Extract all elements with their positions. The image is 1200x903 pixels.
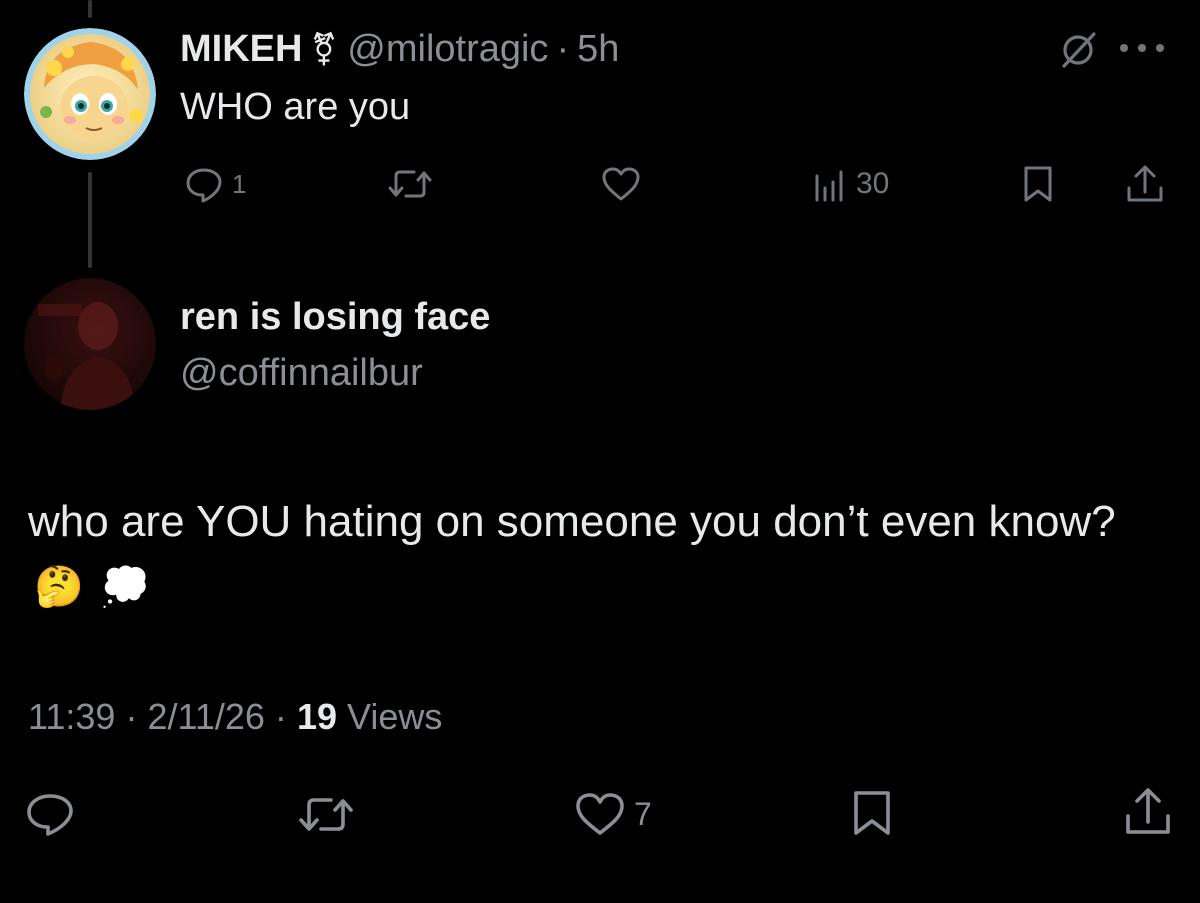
reply-icon [184, 164, 224, 204]
parent-views-count: 30 [856, 167, 890, 200]
like-count: 7 [634, 795, 652, 832]
tweet-date[interactable]: 2/11/26 [147, 696, 264, 737]
parent-reply-count: 1 [232, 168, 247, 199]
retweet-icon [299, 798, 353, 831]
main-handle[interactable]: @coffinnailbur [180, 352, 423, 395]
parent-display-name[interactable]: MIKEH [180, 28, 302, 71]
more-icon[interactable] [1116, 40, 1168, 56]
tweet-time[interactable]: 11:39 [28, 696, 115, 737]
grok-icon[interactable] [1056, 28, 1100, 72]
heart-icon [602, 167, 640, 201]
parent-header: MIKEH ⚧ @milotragic · 5h [180, 24, 619, 74]
tweet-metadata: 11:39 · 2/11/26 · 19 Views [28, 696, 442, 738]
parent-retweet-button[interactable] [386, 164, 434, 204]
parent-separator: · [556, 27, 570, 70]
parent-tweet-text: WHO are you [180, 86, 411, 128]
meta-dot-2: · [274, 696, 287, 737]
parent-share-button[interactable] [1124, 162, 1166, 206]
thinking-face-emoji: 🤔 [34, 565, 84, 609]
like-button[interactable]: 7 [574, 790, 652, 838]
share-icon [1126, 788, 1170, 834]
thread-line-top [88, 0, 92, 18]
share-icon [1127, 165, 1163, 202]
parent-bookmark-button[interactable] [1020, 164, 1056, 204]
parent-time-ago[interactable]: 5h [577, 28, 619, 71]
parent-like-button[interactable] [600, 164, 642, 204]
thread-line-connector [88, 172, 92, 268]
main-avatar[interactable] [24, 278, 156, 410]
parent-reply-button[interactable]: 1 [184, 164, 246, 204]
meta-dot-1: · [125, 696, 138, 737]
parent-avatar[interactable] [24, 28, 156, 160]
views-label[interactable]: Views [347, 696, 442, 737]
views-count: 19 [296, 696, 337, 737]
bookmark-icon [1024, 166, 1052, 202]
main-tweet-text-block: who are YOU hating on someone you don’t … [28, 490, 1148, 619]
views-icon [812, 164, 848, 204]
reply-button[interactable] [24, 790, 76, 838]
bookmark-icon [854, 791, 890, 835]
share-button[interactable] [1122, 784, 1174, 838]
bookmark-button[interactable] [850, 788, 894, 838]
retweet-button[interactable] [296, 790, 356, 838]
reply-icon [27, 794, 73, 836]
main-display-name[interactable]: ren is losing face [180, 296, 490, 339]
retweet-icon [388, 170, 432, 198]
parent-handle[interactable]: @milotragic [347, 28, 548, 71]
parent-views-button[interactable]: 30 [812, 164, 889, 204]
main-tweet-text: who are YOU hating on someone you don’t … [28, 497, 1116, 546]
heart-icon [574, 790, 626, 838]
thought-balloon-emoji: 💭 [100, 565, 150, 609]
gender-symbol-icon: ⚧ [310, 31, 338, 67]
